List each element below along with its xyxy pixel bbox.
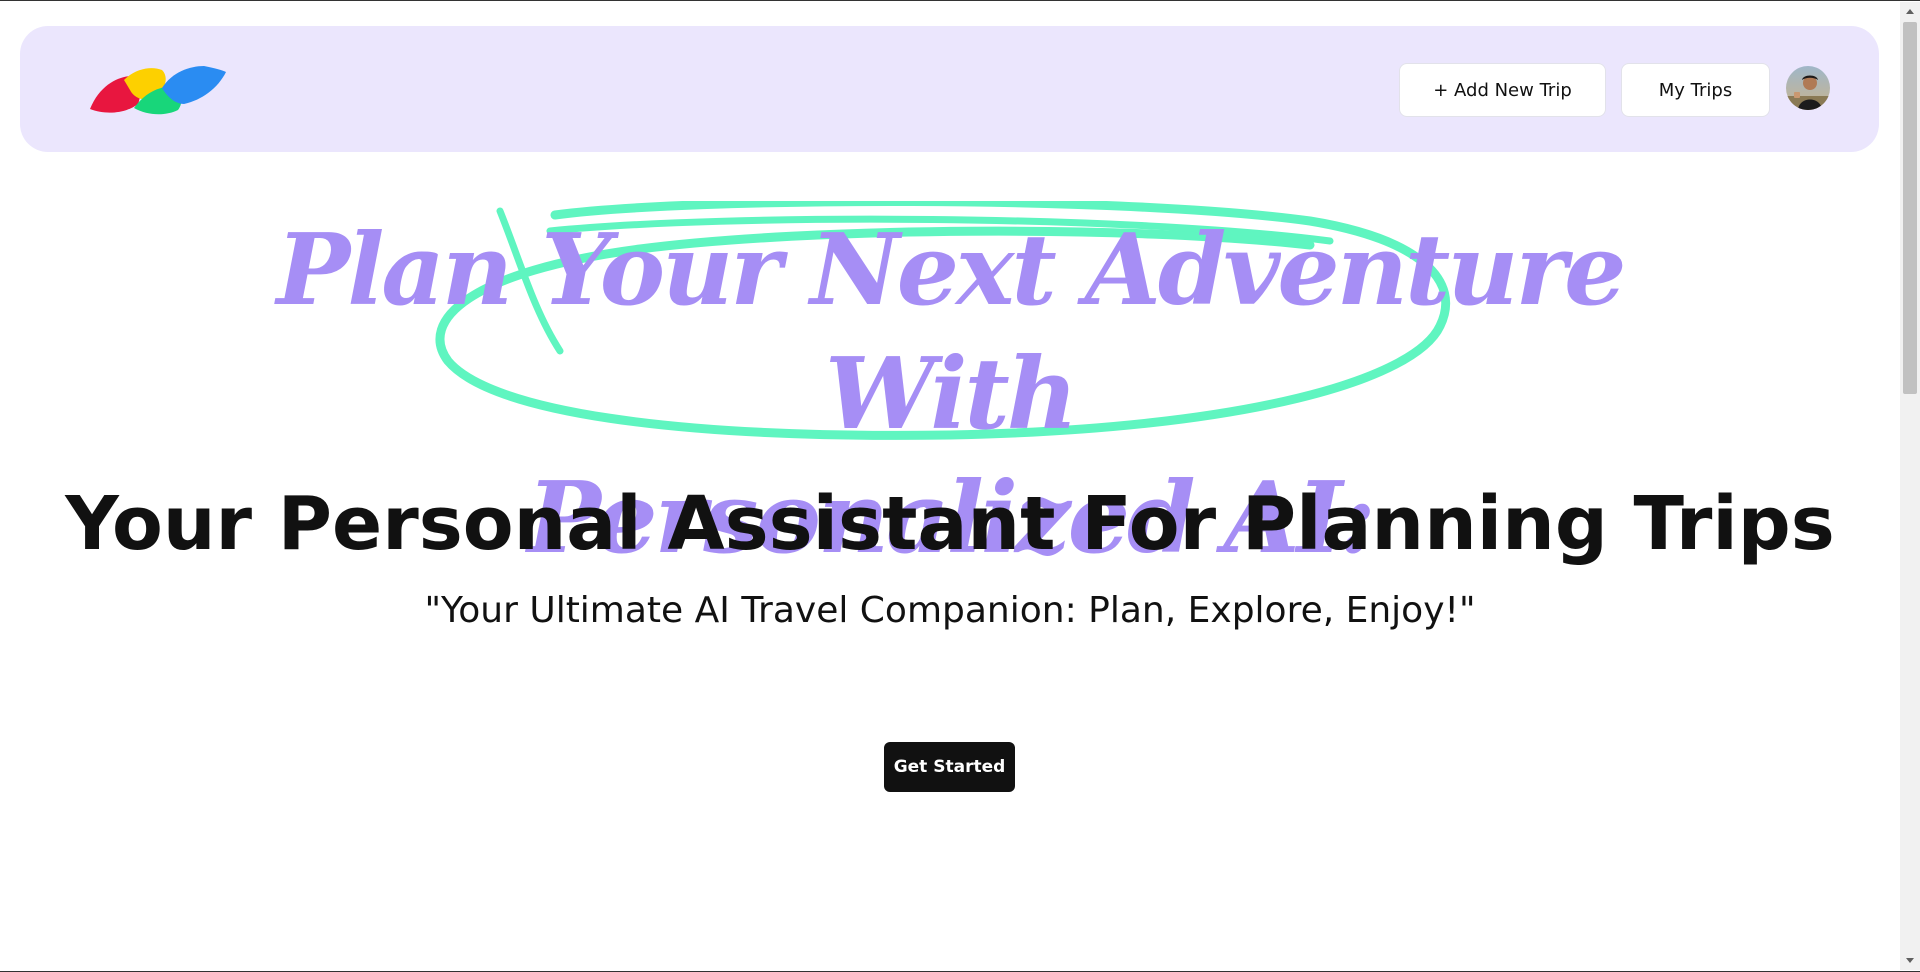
scroll-up-arrow-icon[interactable] xyxy=(1900,4,1920,20)
scrollbar-thumb[interactable] xyxy=(1903,22,1917,394)
user-avatar[interactable] xyxy=(1786,66,1830,110)
hero-title-line-1: Plan Your Next Adventure With xyxy=(276,213,1627,452)
hero-tagline: "Your Ultimate AI Travel Companion: Plan… xyxy=(424,590,1476,631)
hero-subtitle: Your Personal Assistant For Planning Tri… xyxy=(65,481,1835,567)
my-trips-button[interactable]: My Trips xyxy=(1621,63,1770,117)
colorful-leaf-logo-icon[interactable] xyxy=(90,64,226,116)
page: + Add New Trip My Trips Plan Your Next A… xyxy=(0,0,1920,972)
vertical-scrollbar[interactable] xyxy=(1900,2,1920,970)
add-new-trip-button[interactable]: + Add New Trip xyxy=(1399,63,1606,117)
scroll-down-arrow-icon[interactable] xyxy=(1900,952,1920,968)
top-navbar: + Add New Trip My Trips xyxy=(20,26,1879,152)
get-started-button[interactable]: Get Started xyxy=(884,742,1015,792)
